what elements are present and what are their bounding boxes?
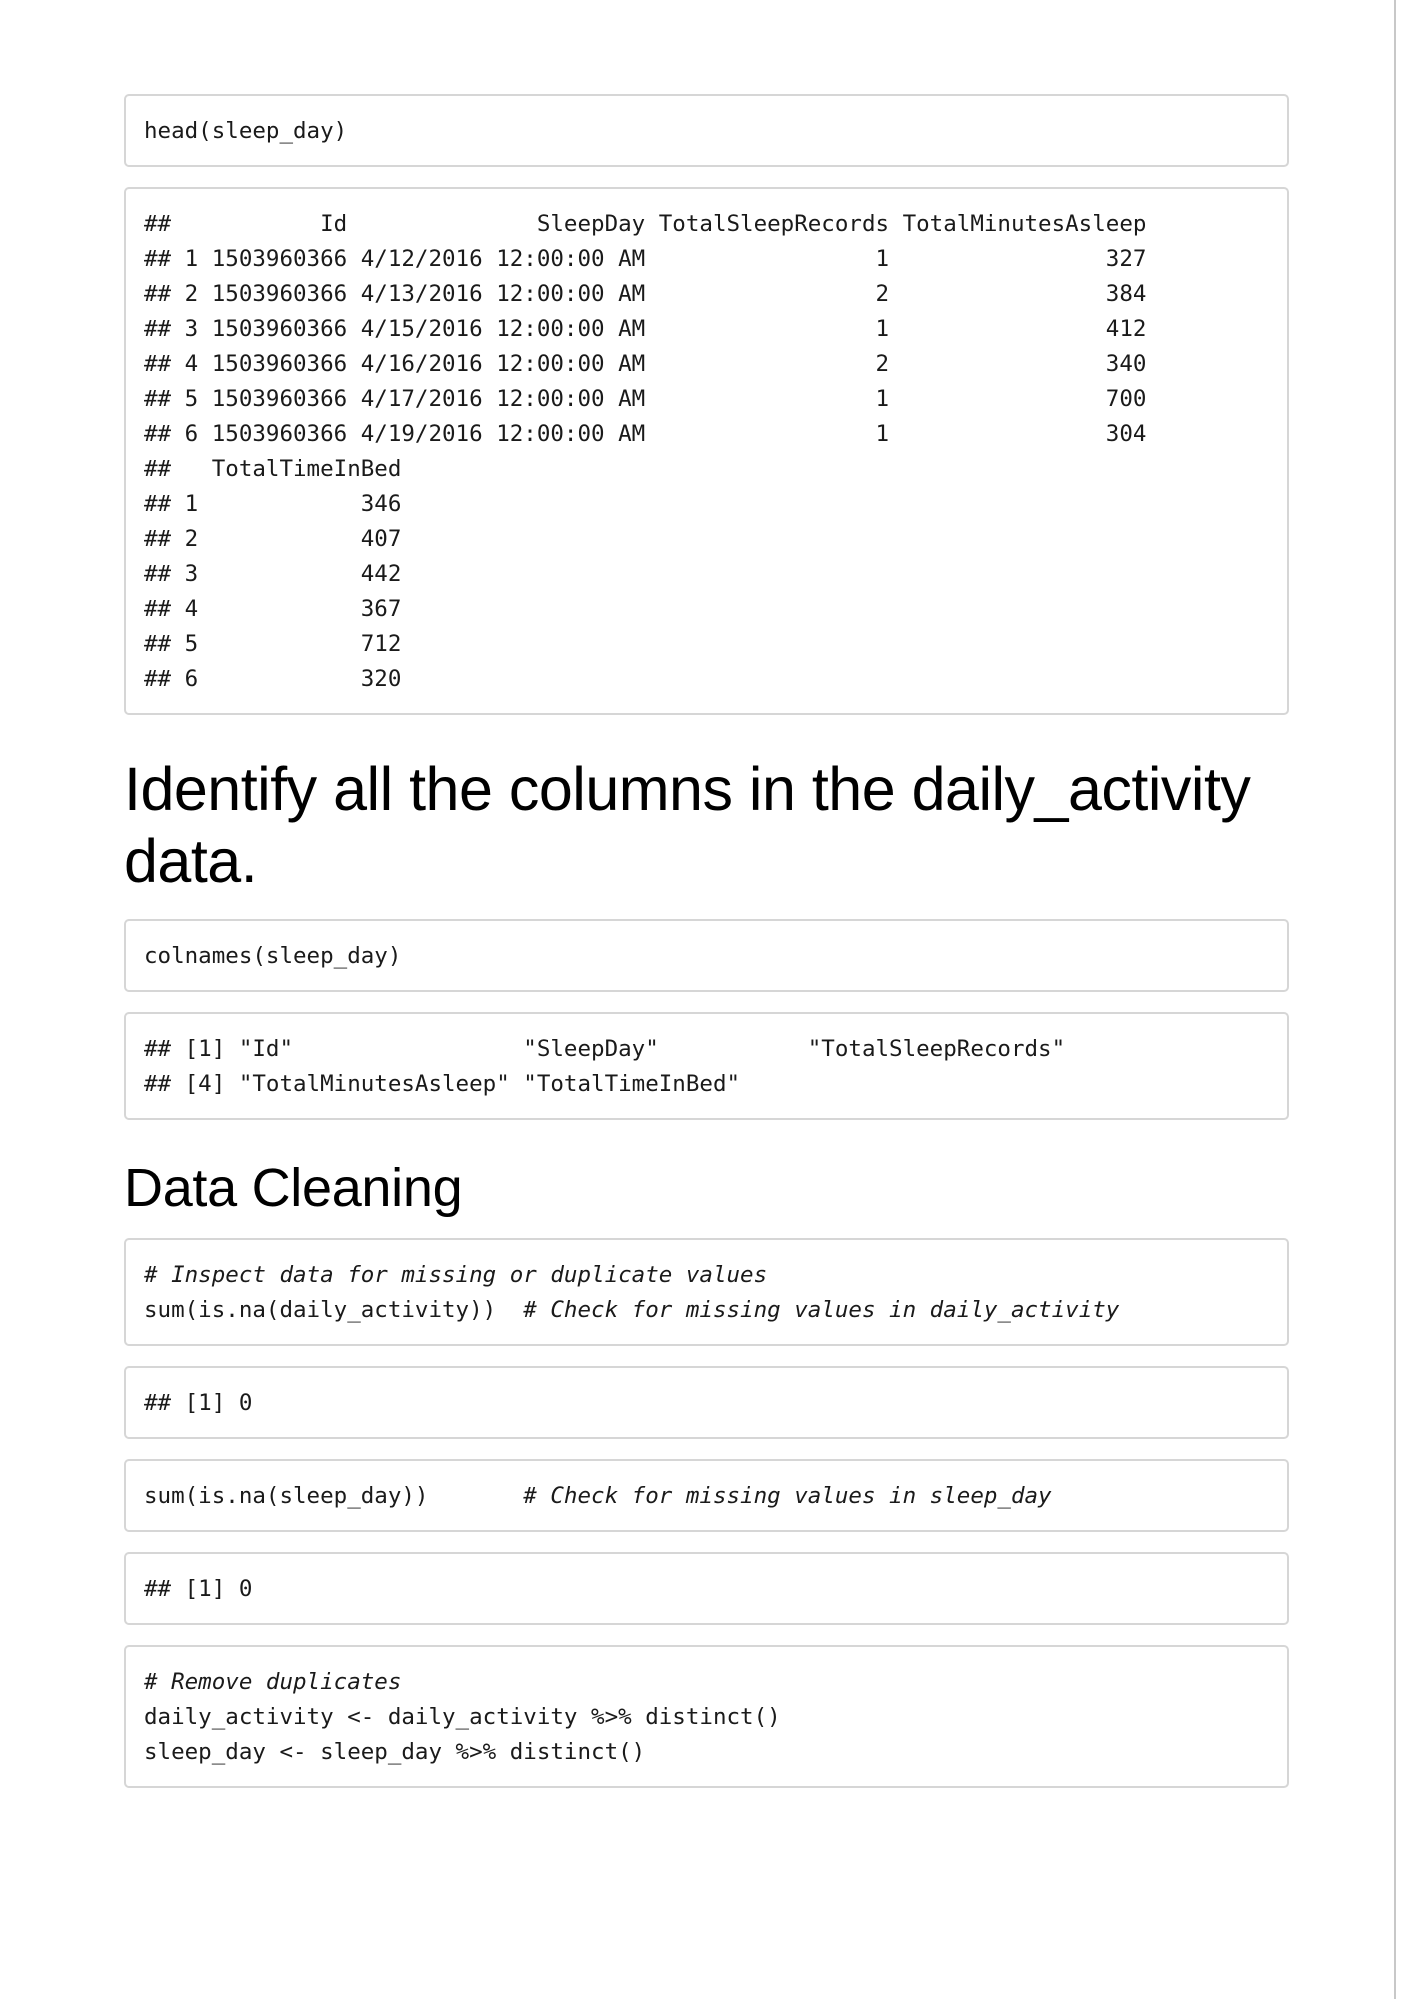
output-line: ## 2 407 [144, 526, 402, 552]
output-line: ## 2 1503960366 4/13/2016 12:00:00 AM 2 … [144, 281, 1147, 307]
output-na-check: ## [1] 0 [144, 1390, 253, 1416]
code-block-head: head(sleep_day) [124, 94, 1289, 167]
code-line: sleep_day <- sleep_day %>% distinct() [144, 1739, 646, 1765]
output-line: ## 3 1503960366 4/15/2016 12:00:00 AM 1 … [144, 316, 1147, 342]
code-block-dedupe: # Remove duplicates daily_activity <- dai… [124, 1645, 1289, 1788]
output-line: ## 1 346 [144, 491, 402, 517]
output-line: ## [1] "Id" "SleepDay" "TotalSleepRecord… [144, 1036, 1066, 1062]
output-line: ## 6 1503960366 4/19/2016 12:00:00 AM 1 … [144, 421, 1147, 447]
code-comment: # Inspect data for missing or duplicate … [144, 1262, 768, 1288]
output-line: ## 4 1503960366 4/16/2016 12:00:00 AM 2 … [144, 351, 1147, 377]
code-na-check: # Inspect data for missing or duplicate … [144, 1258, 1269, 1328]
output-line: ## 5 712 [144, 631, 402, 657]
output-line: ## 4 367 [144, 596, 402, 622]
code-dedupe: # Remove duplicates daily_activity <- dai… [144, 1665, 1269, 1770]
output-line: ## TotalTimeInBed [144, 456, 402, 482]
output-line: ## Id SleepDay TotalSleepRecords TotalMi… [144, 211, 1147, 237]
code-block-colnames: colnames(sleep_day) [124, 919, 1289, 992]
output-line: ## [4] "TotalMinutesAsleep" "TotalTimeIn… [144, 1071, 741, 1097]
code-colnames: colnames(sleep_day) [144, 943, 402, 969]
output-line: ## 6 320 [144, 666, 402, 692]
output-block-na-sleep: ## [1] 0 [124, 1552, 1289, 1625]
code-inline-comment: # Check for missing values in daily_acti… [523, 1297, 1120, 1323]
code-head: head(sleep_day) [144, 118, 348, 144]
heading-identify-columns: Identify all the columns in the daily_ac… [124, 755, 1251, 895]
output-line: ## 3 442 [144, 561, 402, 587]
output-block-na-check: ## [1] 0 [124, 1366, 1289, 1439]
output-block-colnames: ## [1] "Id" "SleepDay" "TotalSleepRecord… [124, 1012, 1289, 1120]
code-block-na-sleep: sum(is.na(sleep_day)) # Check for missin… [124, 1459, 1289, 1532]
output-colnames: ## [1] "Id" "SleepDay" "TotalSleepRecord… [144, 1032, 1269, 1102]
output-na-sleep: ## [1] 0 [144, 1576, 253, 1602]
code-inline-comment: # Check for missing values in sleep_day [523, 1483, 1052, 1509]
code-block-na-check: # Inspect data for missing or duplicate … [124, 1238, 1289, 1346]
code-line: daily_activity <- daily_activity %>% dis… [144, 1704, 781, 1730]
code-line: sum(is.na(sleep_day)) [144, 1483, 524, 1509]
output-line: ## 1 1503960366 4/12/2016 12:00:00 AM 1 … [144, 246, 1147, 272]
output-head: ## Id SleepDay TotalSleepRecords TotalMi… [144, 207, 1269, 697]
output-block-head: ## Id SleepDay TotalSleepRecords TotalMi… [124, 187, 1289, 715]
page-edge-rule [1394, 0, 1412, 1999]
code-line: sum(is.na(daily_activity)) [144, 1297, 524, 1323]
code-na-sleep: sum(is.na(sleep_day)) # Check for missin… [144, 1479, 1269, 1514]
output-line: ## 5 1503960366 4/17/2016 12:00:00 AM 1 … [144, 386, 1147, 412]
heading-data-cleaning: Data Cleaning [124, 1158, 463, 1218]
document-body: head(sleep_day) ## Id SleepDay TotalSlee… [124, 94, 1289, 1808]
code-comment: # Remove duplicates [144, 1669, 402, 1695]
